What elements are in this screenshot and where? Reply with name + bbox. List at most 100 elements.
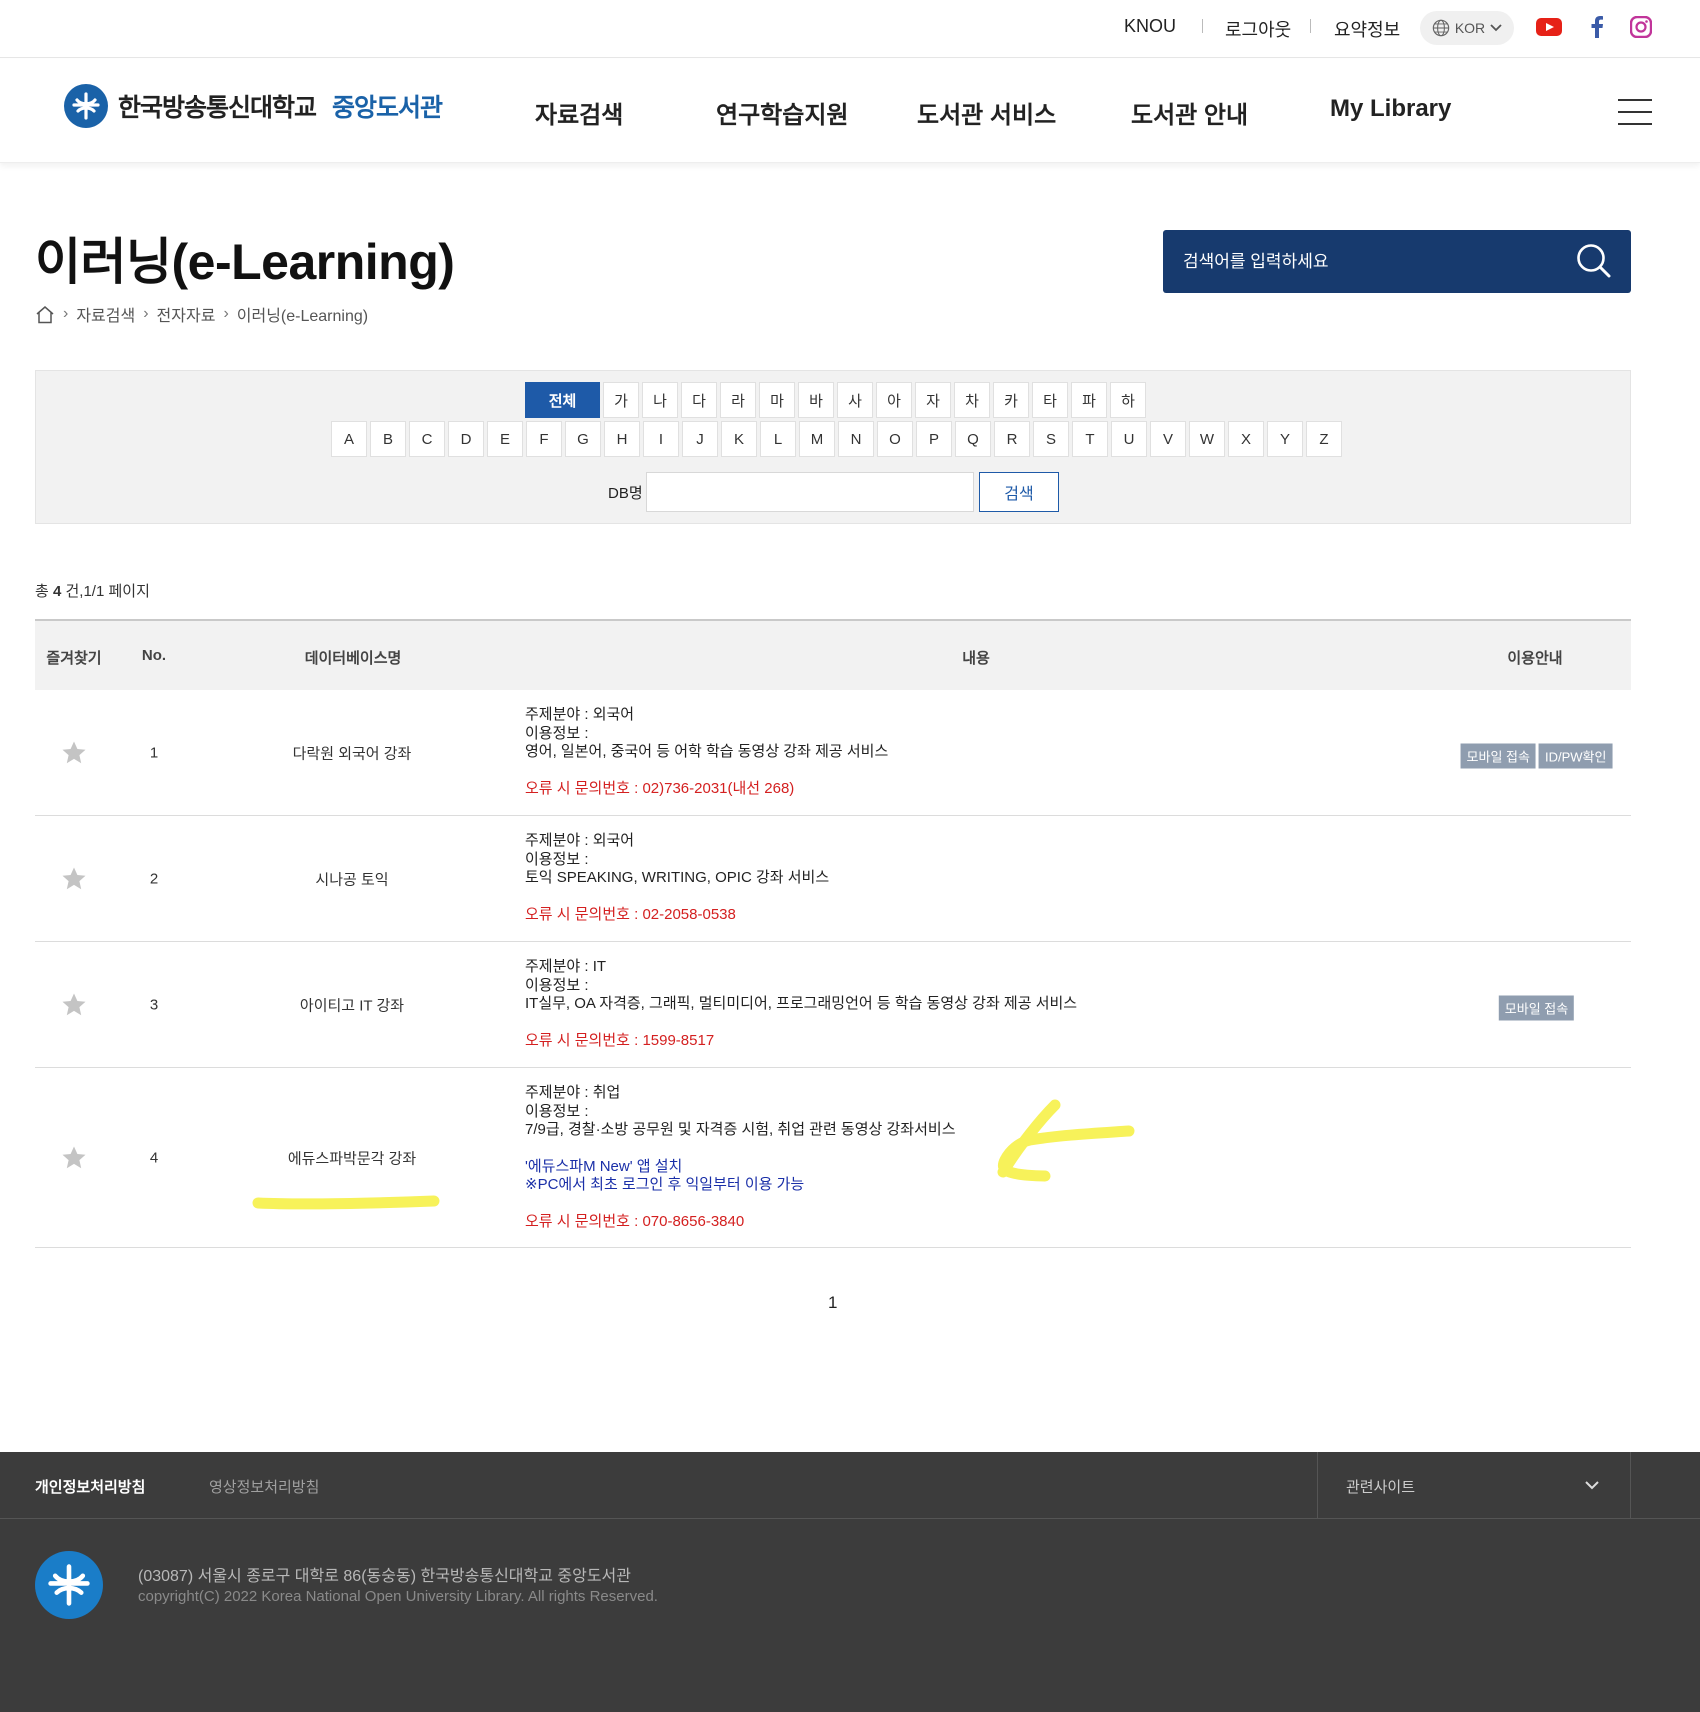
usage-badge[interactable]: 모바일 접속 [1460,743,1536,769]
row-content: 주제분야 : 취업 이용정보 :7/9급, 경찰·소방 공무원 및 자격증 시험,… [525,1084,956,1231]
site-search-input[interactable] [1183,230,1563,293]
pagination-current-page[interactable]: 1 [828,1293,837,1313]
usage-badge[interactable]: ID/PW확인 [1538,743,1613,769]
table-row: 3 아이티고 IT 강좌 주제분야 : IT 이용정보 : IT실무, OA 자격증, … [35,942,1631,1068]
nav-search[interactable]: 자료검색 [535,95,623,130]
summary-link[interactable]: 요약정보 [1334,16,1400,42]
index-korean-key[interactable]: 아 [876,382,912,418]
index-alpha-key[interactable]: T [1072,421,1108,457]
index-alpha-key[interactable]: O [877,421,913,457]
index-alpha-key[interactable]: I [643,421,679,457]
usage-info: 이용정보 : [525,850,589,868]
index-korean-key[interactable]: 라 [720,382,756,418]
usage-info: 이용정보 : [525,1102,589,1120]
error-contact: 오류 시 문의번호 : 1599-8517 [525,1031,715,1049]
nav-library-guide[interactable]: 도서관 안내 [1131,95,1248,130]
index-alpha-key[interactable]: Z [1306,421,1342,457]
index-alpha-key[interactable]: N [838,421,874,457]
index-korean-key[interactable]: 바 [798,382,834,418]
database-name-link[interactable]: 에듀스파박문각 강좌 [288,1148,416,1169]
related-sites-dropdown[interactable]: 관련사이트 [1317,1452,1631,1519]
app-install-link[interactable]: '에듀스파M New' 앱 설치 [525,1158,956,1177]
breadcrumb-item[interactable]: 전자자료 [157,302,216,326]
instagram-icon[interactable] [1628,14,1654,40]
index-korean-key[interactable]: 사 [837,382,873,418]
db-search-button[interactable]: 검색 [979,472,1059,512]
database-name-link[interactable]: 다락원 외국어 강좌 [293,743,412,764]
star-icon[interactable] [61,992,87,1018]
video-privacy-link[interactable]: 영상정보처리방침 [209,1476,319,1497]
row-content: 주제분야 : 외국어 이용정보 : 토익 SPEAKING, WRITING, OP… [525,832,829,924]
nav-library-service[interactable]: 도서관 서비스 [917,95,1056,130]
index-korean-key[interactable]: 타 [1032,382,1068,418]
facebook-icon[interactable] [1584,14,1610,40]
star-icon[interactable] [61,866,87,892]
row-content: 주제분야 : IT 이용정보 : IT실무, OA 자격증, 그래픽, 멀티미디어,… [525,958,1077,1050]
index-filter-panel: 전체 가나다라마바사아자차카타파하 ABCDEFGHIJKLMNOPQRSTUV… [35,370,1631,524]
index-alpha-key[interactable]: H [604,421,640,457]
language-selector[interactable]: KOR [1420,11,1514,45]
usage-badge[interactable]: 모바일 접속 [1498,995,1575,1021]
index-alpha-key[interactable]: V [1150,421,1186,457]
index-korean-key[interactable]: 자 [915,382,951,418]
usage-note: ※PC에서 최초 로그인 후 익일부터 이용 가능 [525,1176,805,1193]
header-usage: 이용안내 [1507,650,1563,667]
index-alpha-key[interactable]: J [682,421,718,457]
header-content: 내용 [962,650,990,667]
index-alpha-key[interactable]: U [1111,421,1147,457]
logout-link[interactable]: 로그아웃 [1225,16,1291,42]
summary-suffix: 건, [65,583,84,600]
index-alpha-key[interactable]: K [721,421,757,457]
breadcrumb-item[interactable]: 자료검색 [76,302,135,326]
youtube-icon[interactable] [1536,14,1562,40]
privacy-policy-link[interactable]: 개인정보처리방침 [35,1476,145,1497]
index-alpha-key[interactable]: X [1228,421,1264,457]
index-korean-key[interactable]: 다 [681,382,717,418]
library-logo[interactable]: 한국방송통신대학교 중앙도서관 [64,84,443,128]
star-icon[interactable] [61,1145,87,1171]
home-icon[interactable] [35,305,55,324]
breadcrumb-item[interactable]: 이러닝(e-Learning) [237,302,368,326]
index-korean-key[interactable]: 마 [759,382,795,418]
related-sites-label: 관련사이트 [1346,1479,1416,1496]
index-korean-key[interactable]: 가 [603,382,639,418]
index-korean-key[interactable]: 파 [1071,382,1107,418]
index-alpha-key[interactable]: P [916,421,952,457]
index-alpha-key[interactable]: Y [1267,421,1303,457]
index-alpha-key[interactable]: W [1189,421,1225,457]
db-name-input[interactable] [646,472,974,512]
index-korean-key[interactable]: 나 [642,382,678,418]
nav-research-support[interactable]: 연구학습지원 [716,95,848,130]
search-icon[interactable] [1575,242,1613,280]
usage-info: 이용정보 : [525,976,589,994]
index-alpha-key[interactable]: L [760,421,796,457]
index-all-button[interactable]: 전체 [525,382,600,418]
index-alpha-key[interactable]: G [565,421,601,457]
page-title: 이러닝(e-Learning) [35,234,455,290]
index-alpha-key[interactable]: E [487,421,523,457]
usage-info: 이용정보 : [525,724,589,742]
index-alpha-key[interactable]: C [409,421,445,457]
index-alpha-key[interactable]: D [448,421,484,457]
index-korean-key[interactable]: 카 [993,382,1029,418]
index-korean-key[interactable]: 하 [1110,382,1146,418]
index-alpha-key[interactable]: F [526,421,562,457]
index-korean-key[interactable]: 차 [954,382,990,418]
index-alpha-key[interactable]: M [799,421,835,457]
nav-my-library[interactable]: My Library [1330,95,1451,123]
subject-field: 주제분야 : IT [525,958,607,975]
database-name-link[interactable]: 시나공 토익 [315,869,388,890]
menu-icon[interactable] [1618,99,1652,125]
index-alpha-key[interactable]: R [994,421,1030,457]
error-contact: 오류 시 문의번호 : 02)736-2031(내선 268) [525,779,795,797]
index-alpha-key[interactable]: B [370,421,406,457]
index-alpha-key[interactable]: A [331,421,367,457]
index-alpha-key[interactable]: S [1033,421,1069,457]
footer-info: (03087) 서울시 종로구 대학로 86(동숭동) 한국방송통신대학교 중앙… [0,1519,1700,1712]
knou-link[interactable]: KNOU [1124,16,1176,37]
index-alpha-key[interactable]: Q [955,421,991,457]
row-number: 1 [149,744,159,762]
star-icon[interactable] [61,740,87,766]
footer-copyright: copyright(C) 2022 Korea National Open Un… [138,1588,658,1605]
database-name-link[interactable]: 아이티고 IT 강좌 [300,995,404,1016]
